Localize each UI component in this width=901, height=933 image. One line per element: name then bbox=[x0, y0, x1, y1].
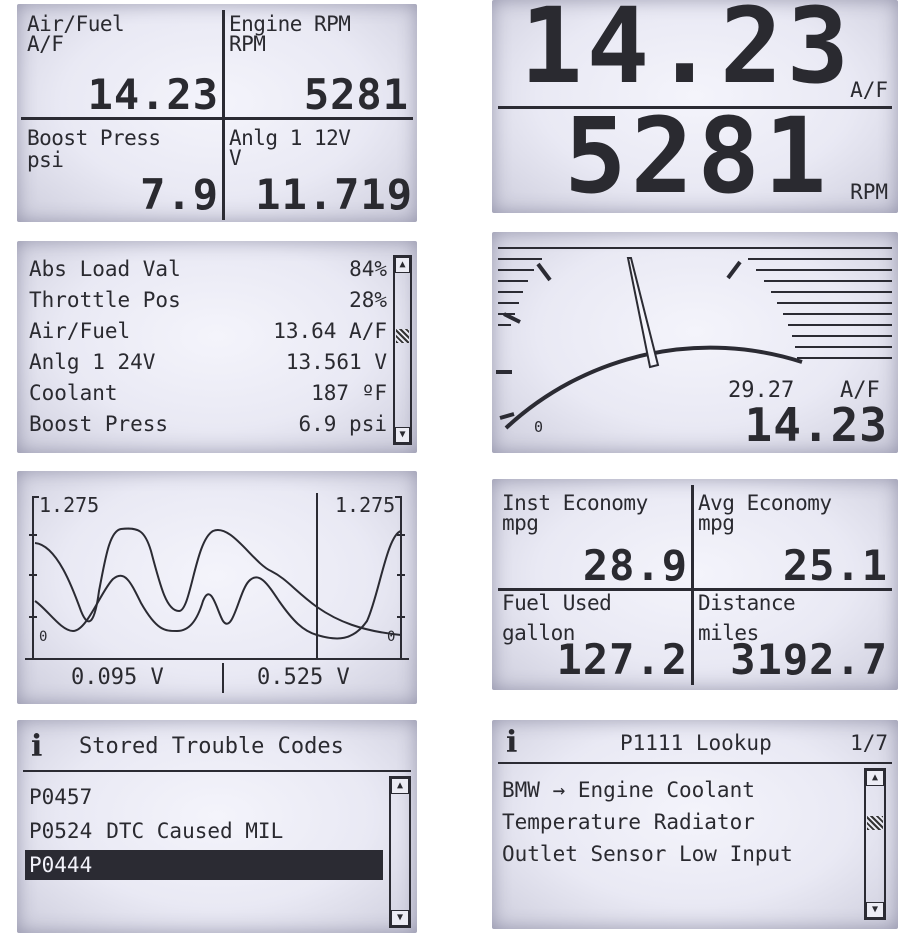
param-row-value: 84% bbox=[349, 257, 387, 281]
scroll-thumb[interactable] bbox=[396, 329, 409, 343]
cell-unit: mpg bbox=[698, 511, 735, 535]
lcd-dual-graph-screen: 1.275 1.275 0 0 0.095 V 0.525 V bbox=[17, 471, 417, 704]
cell-value: 14.23 bbox=[87, 70, 219, 119]
param-row-value: 187 ºF bbox=[311, 381, 387, 405]
cell-label: Inst Economy bbox=[502, 491, 648, 515]
cell-value: 127.2 bbox=[556, 635, 688, 684]
param-row-value: 13.561 V bbox=[285, 350, 387, 374]
param-row-value: 6.9 psi bbox=[298, 412, 387, 436]
graph-right-min: 0 bbox=[387, 629, 396, 645]
lcd-trouble-codes-screen: i Stored Trouble Codes P0457 P0524 DTC Cau… bbox=[17, 720, 417, 933]
gauge-needle bbox=[626, 257, 660, 369]
graph-left-min: 0 bbox=[39, 629, 48, 645]
scrollbar[interactable]: ▲ ▼ bbox=[393, 255, 412, 445]
trouble-code-row[interactable]: P0524 DTC Caused MIL bbox=[25, 816, 383, 846]
top-value: 14.23 bbox=[520, 0, 854, 107]
info-icon: i bbox=[31, 729, 43, 764]
scroll-up-icon[interactable]: ▲ bbox=[395, 257, 410, 273]
param-row-label: Air/Fuel bbox=[29, 319, 131, 343]
cell-unit: psi bbox=[27, 148, 64, 172]
cell-unit: A/F bbox=[27, 32, 64, 56]
lookup-line: BMW → Engine Coolant bbox=[502, 778, 755, 802]
lcd-quad-gauge-screen: Air/Fuel A/F 14.23 Engine RPM RPM 5281 B… bbox=[17, 4, 417, 222]
scroll-thumb[interactable] bbox=[867, 816, 883, 830]
bottom-unit: RPM bbox=[850, 180, 888, 204]
bottom-value: 5281 bbox=[564, 95, 831, 213]
cell-label: Boost Press bbox=[27, 126, 161, 150]
scroll-up-icon[interactable]: ▲ bbox=[866, 770, 884, 786]
cell-unit: RPM bbox=[229, 32, 266, 56]
title-divider bbox=[498, 762, 892, 764]
trouble-code: P0444 bbox=[29, 853, 93, 877]
top-unit: A/F bbox=[850, 78, 888, 102]
trouble-code: P0524 bbox=[29, 819, 93, 843]
trouble-code-row[interactable]: P0444 bbox=[25, 850, 383, 880]
cell-unit: V bbox=[229, 146, 242, 170]
scroll-down-icon[interactable]: ▼ bbox=[866, 902, 884, 918]
screen-title: P1111 Lookup bbox=[620, 731, 772, 755]
scrollbar[interactable]: ▲ ▼ bbox=[389, 776, 411, 928]
lcd-economy-screen: Inst Economy mpg 28.9 Avg Economy mpg 25… bbox=[492, 479, 898, 690]
cell-label: Air/Fuel bbox=[27, 12, 125, 36]
param-row-label: Anlg 1 24V bbox=[29, 350, 156, 374]
param-row-value: 28% bbox=[349, 288, 387, 312]
cell-value: 5281 bbox=[303, 70, 409, 119]
cell-value: 7.9 bbox=[140, 170, 219, 219]
lcd-parameter-list-screen: Abs Load Val 84% Throttle Pos 28% Air/Fuel 13… bbox=[17, 241, 417, 453]
cell-value: 28.9 bbox=[582, 541, 688, 590]
cell-value: 11.719 bbox=[255, 170, 413, 219]
cell-unit: mpg bbox=[502, 511, 539, 535]
trouble-code: P0457 bbox=[29, 785, 93, 809]
cell-label: Fuel Used bbox=[502, 591, 612, 615]
lookup-line: Outlet Sensor Low Input bbox=[502, 842, 793, 866]
scroll-down-icon[interactable]: ▼ bbox=[391, 910, 409, 926]
param-row-label: Throttle Pos bbox=[29, 288, 181, 312]
lcd-code-lookup-screen: i P1111 Lookup 1/7 BMW → Engine Coolant … bbox=[492, 720, 898, 929]
trouble-code-description: DTC Caused MIL bbox=[106, 819, 284, 843]
cell-value: 3192.7 bbox=[730, 635, 888, 684]
scrollbar[interactable]: ▲ ▼ bbox=[864, 768, 886, 920]
cell-value: 25.1 bbox=[782, 541, 888, 590]
graph-right-max: 1.275 bbox=[335, 493, 396, 517]
param-row-value: 13.64 A/F bbox=[273, 319, 387, 343]
lookup-line: Temperature Radiator bbox=[502, 810, 755, 834]
cell-label: Engine RPM bbox=[229, 12, 351, 36]
page-indicator: 1/7 bbox=[850, 731, 888, 755]
info-icon: i bbox=[506, 725, 518, 760]
lcd-analog-gauge-screen: 0 29.27 A/F 14.23 bbox=[492, 232, 898, 453]
bargraph-lines bbox=[498, 247, 892, 359]
title-divider bbox=[23, 770, 411, 772]
scroll-up-icon[interactable]: ▲ bbox=[391, 778, 409, 794]
param-row-label: Abs Load Val bbox=[29, 257, 181, 281]
scroll-down-icon[interactable]: ▼ bbox=[395, 427, 410, 443]
trouble-code-row[interactable]: P0457 bbox=[25, 782, 383, 812]
graph-frame bbox=[25, 493, 409, 693]
gauge-ticks bbox=[496, 260, 742, 420]
graph-left-reading: 0.095 V bbox=[71, 665, 164, 690]
screen-title: Stored Trouble Codes bbox=[79, 734, 344, 759]
cell-label: Avg Economy bbox=[698, 491, 832, 515]
graph-left-max: 1.275 bbox=[39, 493, 100, 517]
param-row-label: Boost Press bbox=[29, 412, 169, 436]
param-row-label: Coolant bbox=[29, 381, 118, 405]
gauge-min-label: 0 bbox=[534, 418, 544, 436]
cell-label: Anlg 1 12V bbox=[229, 126, 351, 150]
gauge-value: 14.23 bbox=[744, 398, 888, 452]
graph-trace-1 bbox=[34, 527, 402, 636]
lcd-big-readout-screen: 14.23 A/F 5281 RPM bbox=[492, 0, 898, 213]
graph-right-reading: 0.525 V bbox=[257, 665, 350, 690]
cell-label: Distance bbox=[698, 591, 796, 615]
